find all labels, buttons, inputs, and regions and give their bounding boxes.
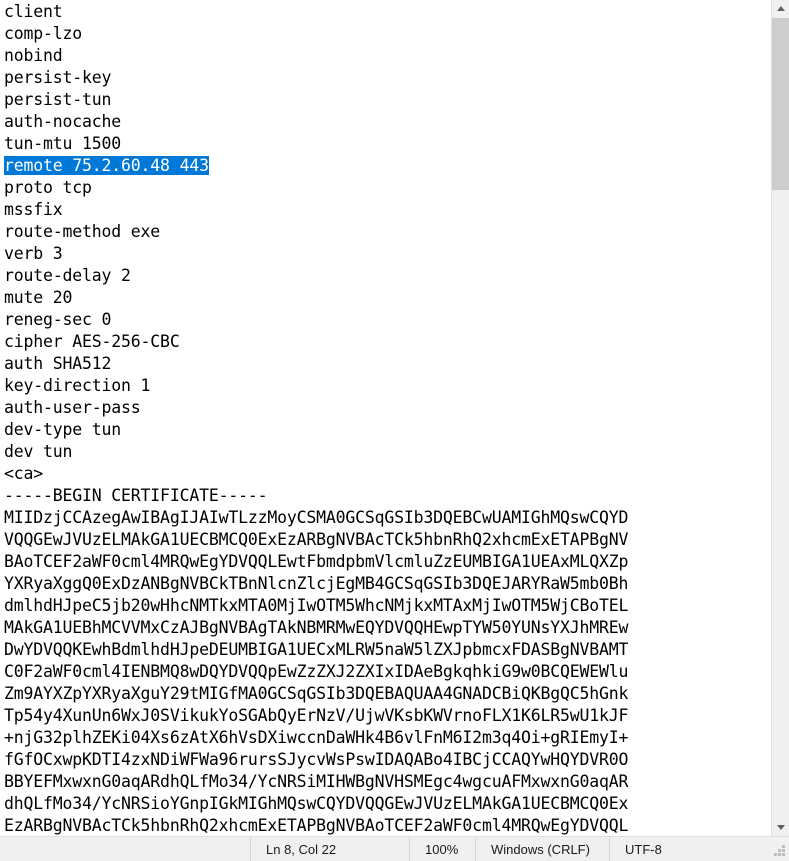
text-line[interactable]: fGfOCxwpKDTI4zxNDiWFWa96rursSJycvWsPswID…	[4, 749, 628, 771]
chevron-up-icon	[776, 6, 785, 11]
text-line[interactable]: cipher AES-256-CBC	[4, 331, 628, 353]
text-line[interactable]: mute 20	[4, 287, 628, 309]
text-line[interactable]: C0F2aWF0cml4IENBMQ8wDQYDVQQpEwZzZXJ2ZXIx…	[4, 661, 628, 683]
resize-grip-icon[interactable]	[773, 845, 786, 858]
status-line-ending[interactable]: Windows (CRLF)	[475, 837, 609, 861]
text-line[interactable]: key-direction 1	[4, 375, 628, 397]
text-line[interactable]: BBYEFMxwxnG0aqARdhQLfMo34/YcNRSiMIHWBgNV…	[4, 771, 628, 793]
text-line[interactable]: auth-user-pass	[4, 397, 628, 419]
text-line[interactable]: dmlhdHJpeC5jb20wHhcNMTkxMTA0MjIwOTM5WhcN…	[4, 595, 628, 617]
text-line[interactable]: comp-lzo	[4, 23, 628, 45]
scrollbar-thumb[interactable]	[772, 18, 789, 190]
text-line[interactable]: Tp54y4XunUn6WxJ0SVikukYoSGAbQyErNzV/UjwV…	[4, 705, 628, 727]
text-line[interactable]: VQQGEwJVUzELMAkGA1UECBMCQ0ExEzARBgNVBAcT…	[4, 529, 628, 551]
text-editor[interactable]: client comp-lzo nobind persist-key persist-t…	[0, 0, 771, 836]
text-line[interactable]: +njG32plhZEKi04Xs6zAtX6hVsDXiwccnDaWHk4B…	[4, 727, 628, 749]
text-line[interactable]: route-delay 2	[4, 265, 628, 287]
status-cursor-position[interactable]: Ln 8, Col 22	[250, 837, 409, 861]
text-line[interactable]: auth SHA512	[4, 353, 628, 375]
notepad-window: client comp-lzo nobind persist-key persist-t…	[0, 0, 789, 861]
text-line[interactable]: proto tcp	[4, 177, 628, 199]
scroll-up-button[interactable]	[772, 0, 789, 17]
text-line[interactable]: route-method exe	[4, 221, 628, 243]
vertical-scrollbar[interactable]	[771, 0, 789, 836]
text-line[interactable]: client	[4, 1, 628, 23]
status-encoding[interactable]: UTF-8	[609, 837, 789, 861]
document-text[interactable]: client comp-lzo nobind persist-key persist-t…	[4, 1, 628, 836]
editor-region: client comp-lzo nobind persist-key persist-t…	[0, 0, 789, 836]
text-line[interactable]: YXRyaXggQ0ExDzANBgNVBCkTBnNlcnZlcjEgMB4G…	[4, 573, 628, 595]
text-line[interactable]: verb 3	[4, 243, 628, 265]
scrollbar-track[interactable]	[772, 17, 789, 819]
status-bar-spacer	[0, 837, 250, 861]
text-line[interactable]: nobind	[4, 45, 628, 67]
chevron-down-icon	[776, 825, 785, 830]
text-line[interactable]: remote 75.2.60.48 443	[4, 155, 628, 177]
text-line[interactable]: MIIDzjCCAzegAwIBAgIJAIwTLzzMoyCSMA0GCSqG…	[4, 507, 628, 529]
text-line[interactable]: dev-type tun	[4, 419, 628, 441]
text-line[interactable]: MAkGA1UEBhMCVVMxCzAJBgNVBAgTAkNBMRMwEQYD…	[4, 617, 628, 639]
text-line[interactable]: DwYDVQQKEwhBdmlhdHJpeDEUMBIGA1UECxMLRW5n…	[4, 639, 628, 661]
text-line[interactable]: -----BEGIN CERTIFICATE-----	[4, 485, 628, 507]
text-line[interactable]: persist-key	[4, 67, 628, 89]
text-line[interactable]: auth-nocache	[4, 111, 628, 133]
text-line[interactable]: reneg-sec 0	[4, 309, 628, 331]
text-line[interactable]: mssfix	[4, 199, 628, 221]
text-line[interactable]: Zm9AYXZpYXRyaXguY29tMIGfMA0GCSqGSIb3DQEB…	[4, 683, 628, 705]
text-line[interactable]: persist-tun	[4, 89, 628, 111]
selected-text[interactable]: remote 75.2.60.48 443	[4, 156, 209, 175]
text-line[interactable]: tun-mtu 1500	[4, 133, 628, 155]
status-bar: Ln 8, Col 22 100% Windows (CRLF) UTF-8	[0, 836, 789, 861]
text-line[interactable]: BAoTCEF2aWF0cml4MRQwEgYDVQQLEwtFbmdpbmVl…	[4, 551, 628, 573]
status-zoom-level[interactable]: 100%	[409, 837, 475, 861]
text-line[interactable]: dev tun	[4, 441, 628, 463]
text-line[interactable]: EzARBgNVBAcTCk5hbnRhQ2xhcmExETAPBgNVBAoT…	[4, 815, 628, 836]
text-line[interactable]: <ca>	[4, 463, 628, 485]
scroll-down-button[interactable]	[772, 819, 789, 836]
text-line[interactable]: dhQLfMo34/YcNRSioYGnpIGkMIGhMQswCQYDVQQG…	[4, 793, 628, 815]
